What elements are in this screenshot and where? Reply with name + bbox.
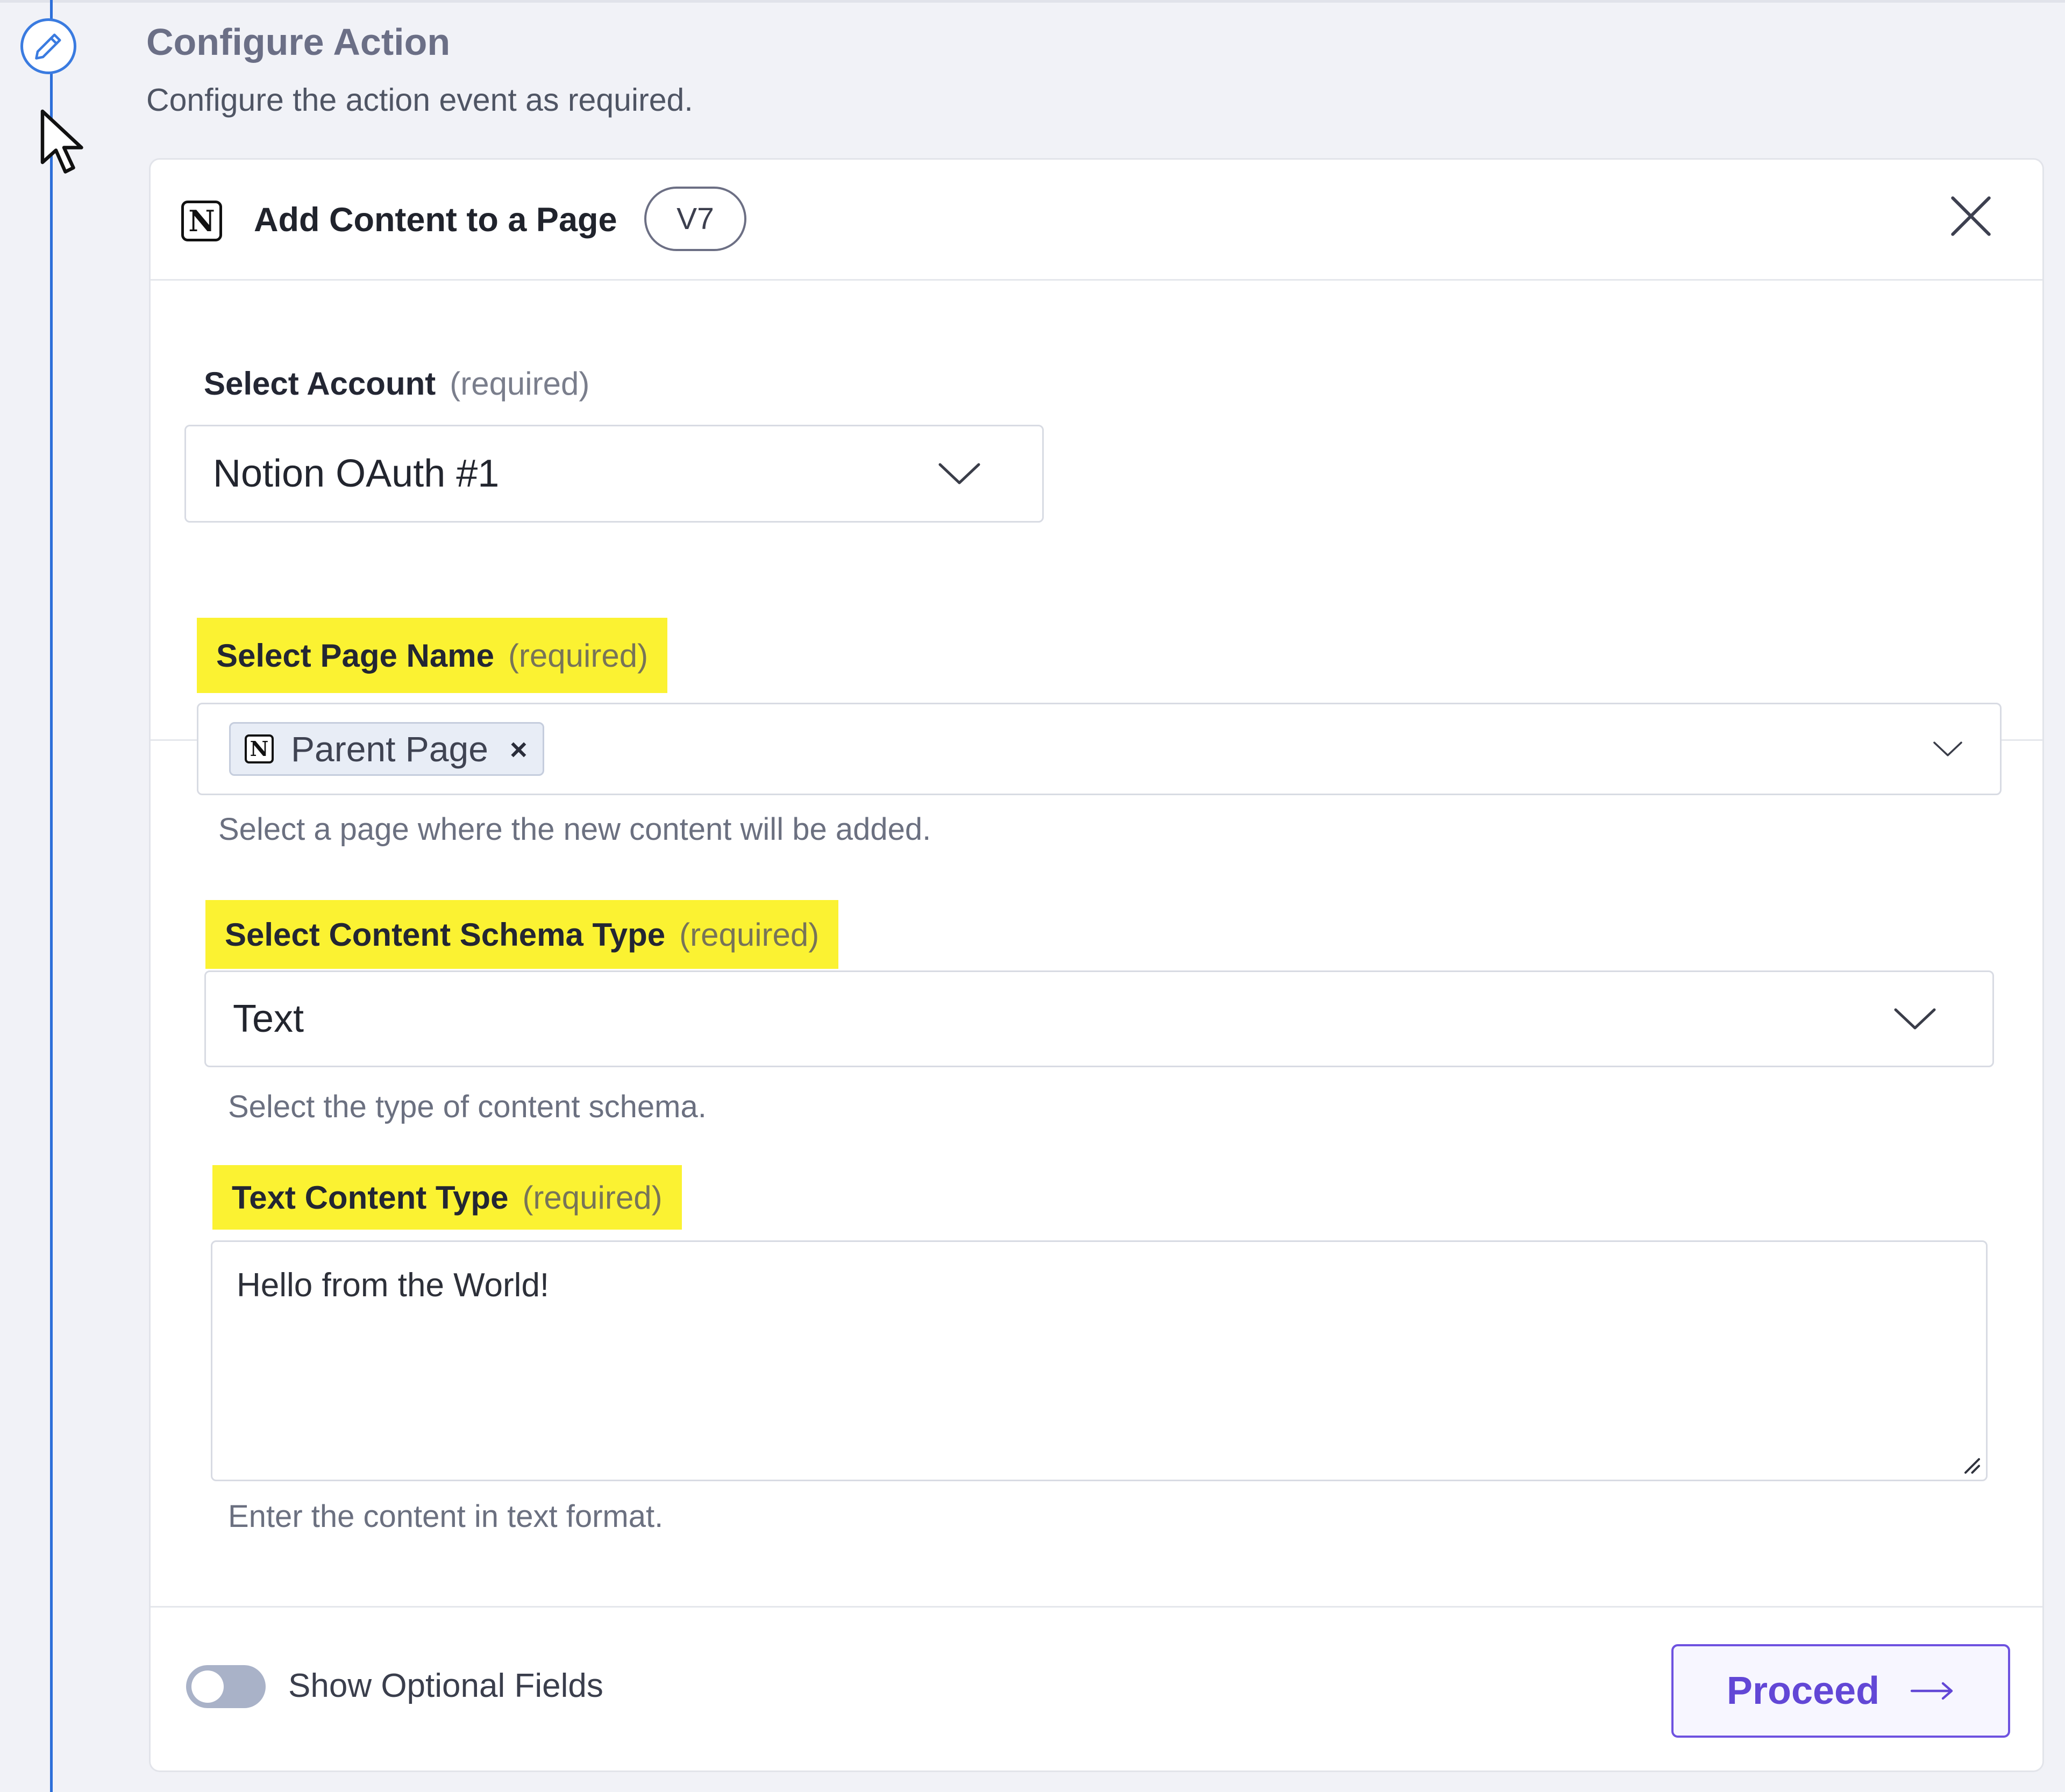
schema-type-select-value: Text [233,997,304,1040]
optional-fields-toggle[interactable] [186,1665,266,1708]
card-header: N Add Content to a Page V7 [151,160,2042,281]
page-name-field-label: Select Page Name (required) [197,618,668,693]
notion-logo-icon: N [181,201,222,241]
pencil-icon [35,33,61,60]
version-label: V7 [677,202,714,236]
chevron-down-icon [1933,741,1962,756]
required-marker: (required) [679,916,820,953]
notion-logo-icon: N [245,734,274,763]
step-indicator[interactable] [20,18,76,74]
required-marker: (required) [522,1179,663,1216]
optional-fields-label: Show Optional Fields [288,1667,603,1704]
text-content-textarea[interactable]: Hello from the World! [211,1240,1988,1481]
chevron-down-icon [938,463,980,484]
required-marker: (required) [450,366,590,402]
page-name-label-text: Select Page Name [216,637,494,674]
text-content-field-label: Text Content Type (required) [212,1165,682,1230]
account-field-label: Select Account (required) [204,365,589,402]
schema-type-label-text: Select Content Schema Type [225,916,666,953]
top-border [0,0,2065,3]
required-marker: (required) [508,637,649,674]
account-label-text: Select Account [204,366,436,402]
proceed-button[interactable]: Proceed [1671,1644,2010,1738]
chip-remove-icon[interactable]: × [510,732,528,767]
mouse-cursor-icon [40,109,83,174]
chip-label: Parent Page [291,729,488,769]
step-subtitle: Configure the action event as required. [146,82,693,118]
close-icon[interactable] [1947,192,1995,240]
card-footer: Show Optional Fields Proceed [151,1606,2042,1774]
text-content-label-text: Text Content Type [232,1179,509,1216]
step-title: Configure Action [146,21,451,63]
timeline-rail [50,0,53,1792]
chevron-down-icon [1894,1008,1936,1030]
page-name-help: Select a page where the new content will… [218,812,931,847]
account-select-value: Notion OAuth #1 [213,452,500,495]
account-select[interactable]: Notion OAuth #1 [184,425,1044,523]
version-badge[interactable]: V7 [644,187,746,251]
schema-type-select[interactable]: Text [204,970,1994,1067]
text-content-value: Hello from the World! [237,1267,550,1304]
selected-page-chip: N Parent Page × [229,722,544,776]
text-content-help: Enter the content in text format. [228,1499,664,1534]
resize-handle-icon[interactable] [1955,1448,1982,1475]
action-config-card: N Add Content to a Page V7 Select Accoun… [149,158,2044,1772]
schema-type-field-label: Select Content Schema Type (required) [205,900,839,969]
schema-type-help: Select the type of content schema. [228,1089,707,1124]
toggle-knob [191,1670,224,1703]
arrow-right-icon [1910,1682,1953,1700]
page-name-select[interactable]: N Parent Page × [197,703,2002,795]
proceed-label: Proceed [1726,1669,1880,1712]
card-title: Add Content to a Page [254,201,617,239]
